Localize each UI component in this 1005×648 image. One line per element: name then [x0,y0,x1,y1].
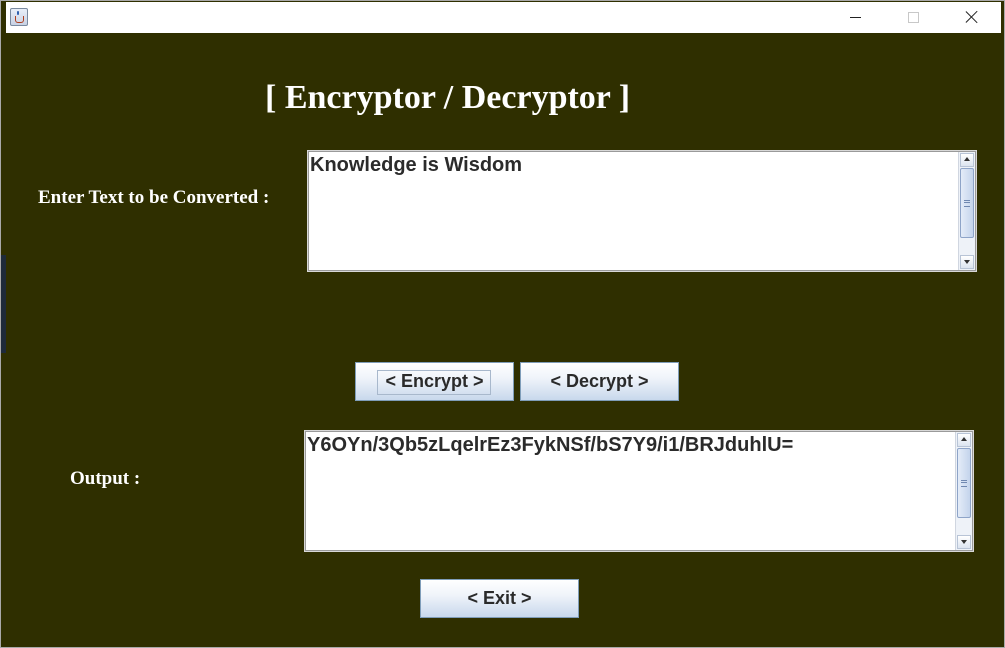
input-textarea[interactable]: Knowledge is Wisdom [307,150,977,272]
page-title: [ Encryptor / Decryptor ] [265,79,631,116]
input-label: Enter Text to be Converted : [38,187,270,208]
scroll-down-icon[interactable] [960,255,974,269]
scroll-thumb[interactable] [960,168,974,238]
encrypt-button-label: < Encrypt > [385,371,484,391]
java-cup-icon[interactable] [10,8,28,26]
maximize-icon [908,12,919,23]
input-text[interactable]: Knowledge is Wisdom [310,154,957,177]
decrypt-button-label: < Decrypt > [550,371,649,391]
exit-button-label: < Exit > [467,588,532,608]
minimize-icon [850,17,861,18]
app-window: [ Encryptor / Decryptor ] Enter Text to … [0,0,1005,648]
output-textarea[interactable]: Y6OYn/3Qb5zLqelrEz3FykNSf/bS7Y9/i1/BRJdu… [304,430,974,552]
close-icon [965,10,979,24]
decrypt-button[interactable]: < Decrypt > [520,362,679,401]
encrypt-button[interactable]: < Encrypt > [355,362,514,401]
output-label: Output : [70,468,141,489]
background-window-edge [1,255,6,353]
output-scrollbar[interactable] [955,432,972,550]
close-button[interactable] [948,2,994,33]
title-bar[interactable] [6,2,1001,33]
maximize-button[interactable] [890,2,936,33]
input-scrollbar[interactable] [958,152,975,270]
exit-button[interactable]: < Exit > [420,579,579,618]
output-text[interactable]: Y6OYn/3Qb5zLqelrEz3FykNSf/bS7Y9/i1/BRJdu… [307,434,954,457]
scroll-up-icon[interactable] [960,153,974,167]
scroll-up-icon[interactable] [957,433,971,447]
scroll-thumb[interactable] [957,448,971,518]
scroll-down-icon[interactable] [957,535,971,549]
minimize-button[interactable] [832,2,878,33]
